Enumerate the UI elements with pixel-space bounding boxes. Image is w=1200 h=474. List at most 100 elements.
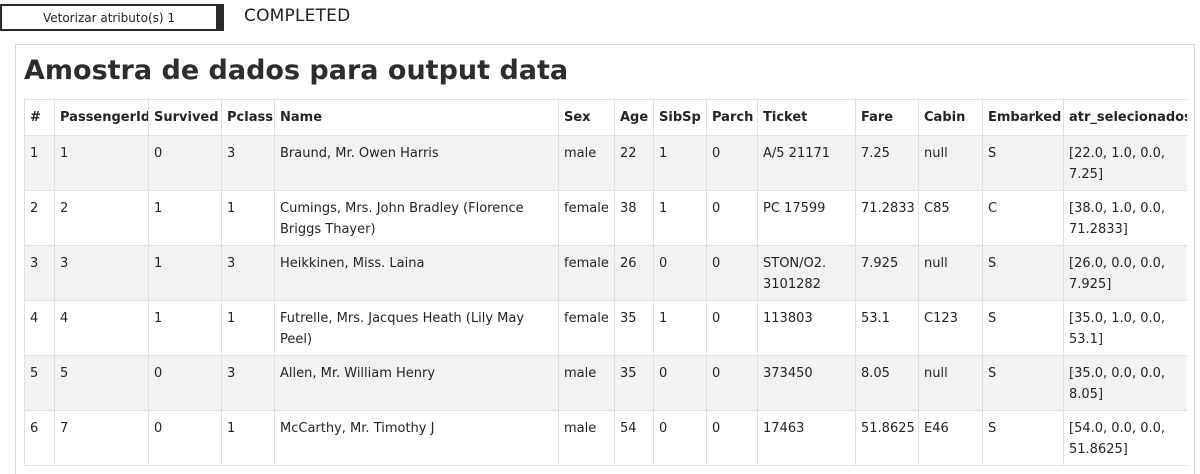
cell-ticket: PC 17599 bbox=[757, 190, 856, 246]
column-header-survived: Survived bbox=[148, 99, 222, 136]
cell-parch: 0 bbox=[706, 355, 758, 411]
table-header: # PassengerId Survived Pclass Name Sex Age SibS… bbox=[24, 99, 1187, 136]
cell-row-index: 2 bbox=[24, 190, 55, 246]
column-header-passengerid: PassengerId bbox=[54, 99, 149, 136]
cell-row-index: 4 bbox=[24, 300, 55, 356]
column-header-ticket: Ticket bbox=[757, 99, 856, 136]
cell-pclass: 3 bbox=[221, 245, 275, 301]
cell-survived: 0 bbox=[148, 135, 222, 191]
cell-passengerid: 5 bbox=[54, 355, 149, 411]
cell-sex: female bbox=[558, 245, 615, 301]
cell-ticket: 113803 bbox=[757, 300, 856, 356]
cell-atr-selecionados: [22.0, 1.0, 0.0, 7.25] bbox=[1063, 135, 1187, 191]
cell-embarked: S bbox=[982, 245, 1064, 301]
vectorize-attribute-button[interactable]: Vetorizar atributo(s) 1 bbox=[0, 4, 224, 31]
cell-sibsp: 0 bbox=[653, 245, 707, 301]
cell-fare: 71.2833 bbox=[855, 190, 919, 246]
header-row: # PassengerId Survived Pclass Name Sex Age SibS… bbox=[24, 99, 1187, 136]
column-header-row-index: # bbox=[24, 99, 55, 136]
cell-sex: female bbox=[558, 300, 615, 356]
column-header-sibsp: SibSp bbox=[653, 99, 707, 136]
column-header-parch: Parch bbox=[706, 99, 758, 136]
cell-pclass: 1 bbox=[221, 190, 275, 246]
cell-atr-selecionados: [54.0, 0.0, 0.0, 51.8625] bbox=[1063, 410, 1187, 466]
cell-name: Cumings, Mrs. John Bradley (Florence Bri… bbox=[274, 190, 559, 246]
task-toolbar: Vetorizar atributo(s) 1 COMPLETED bbox=[0, 0, 1200, 40]
cell-sex: male bbox=[558, 135, 615, 191]
cell-fare: 53.1 bbox=[855, 300, 919, 356]
cell-age: 54 bbox=[614, 410, 654, 466]
cell-survived: 0 bbox=[148, 355, 222, 411]
task-status-label: COMPLETED bbox=[244, 6, 351, 26]
cell-sibsp: 1 bbox=[653, 135, 707, 191]
cell-parch: 0 bbox=[706, 410, 758, 466]
cell-name: McCarthy, Mr. Timothy J bbox=[274, 410, 559, 466]
cell-age: 35 bbox=[614, 300, 654, 356]
cell-fare: 51.8625 bbox=[855, 410, 919, 466]
cell-sibsp: 0 bbox=[653, 410, 707, 466]
cell-cabin: C123 bbox=[918, 300, 983, 356]
table-row: 2 2 1 1 Cumings, Mrs. John Bradley (Florence… bbox=[24, 190, 1187, 246]
table-row: 6 7 0 1 McCarthy, Mr. Timothy Jmale 54 0 0 17463… bbox=[24, 410, 1187, 466]
cell-name: Heikkinen, Miss. Laina bbox=[274, 245, 559, 301]
cell-name: Braund, Mr. Owen Harris bbox=[274, 135, 559, 191]
cell-ticket: A/5 21171 bbox=[757, 135, 856, 191]
cell-passengerid: 2 bbox=[54, 190, 149, 246]
cell-sibsp: 1 bbox=[653, 190, 707, 246]
table-row: 4 4 1 1 Futrelle, Mrs. Jacques Heath (Lily M… bbox=[24, 300, 1187, 356]
cell-age: 22 bbox=[614, 135, 654, 191]
column-header-name: Name bbox=[274, 99, 559, 136]
column-header-embarked: Embarked bbox=[982, 99, 1064, 136]
cell-sex: female bbox=[558, 190, 615, 246]
cell-row-index: 1 bbox=[24, 135, 55, 191]
cell-sibsp: 0 bbox=[653, 355, 707, 411]
cell-parch: 0 bbox=[706, 135, 758, 191]
cell-sibsp: 1 bbox=[653, 300, 707, 356]
cell-passengerid: 1 bbox=[54, 135, 149, 191]
cell-parch: 0 bbox=[706, 300, 758, 356]
cell-passengerid: 7 bbox=[54, 410, 149, 466]
output-data-panel: Amostra de dados para output data # Passe… bbox=[15, 44, 1195, 474]
table-body: 1 1 0 3 Braund, Mr. Owen Harris male 22 1 0 A/5 2… bbox=[24, 135, 1187, 466]
cell-survived: 0 bbox=[148, 410, 222, 466]
panel-title: Amostra de dados para output data bbox=[24, 55, 569, 86]
column-header-pclass: Pclass bbox=[221, 99, 275, 136]
cell-pclass: 3 bbox=[221, 135, 275, 191]
cell-atr-selecionados: [35.0, 1.0, 0.0, 53.1] bbox=[1063, 300, 1187, 356]
cell-ticket: 17463 bbox=[757, 410, 856, 466]
cell-age: 38 bbox=[614, 190, 654, 246]
cell-embarked: C bbox=[982, 190, 1064, 246]
column-header-fare: Fare bbox=[855, 99, 919, 136]
cell-ticket: STON/O2. 3101282 bbox=[757, 245, 856, 301]
cell-cabin: null bbox=[918, 245, 983, 301]
table-scroll-area[interactable]: # PassengerId Survived Pclass Name Sex Age SibS… bbox=[24, 99, 1187, 474]
cell-embarked: S bbox=[982, 135, 1064, 191]
cell-passengerid: 4 bbox=[54, 300, 149, 356]
cell-pclass: 1 bbox=[221, 410, 275, 466]
cell-cabin: null bbox=[918, 135, 983, 191]
table-row: 1 1 0 3 Braund, Mr. Owen Harris male 22 1 0 A/5 2… bbox=[24, 135, 1187, 191]
cell-cabin: E46 bbox=[918, 410, 983, 466]
cell-survived: 1 bbox=[148, 190, 222, 246]
table-row: 5 5 0 3 Allen, Mr. William Henry male 35 0 0 3734… bbox=[24, 355, 1187, 411]
cell-passengerid: 3 bbox=[54, 245, 149, 301]
cell-survived: 1 bbox=[148, 245, 222, 301]
cell-fare: 8.05 bbox=[855, 355, 919, 411]
column-header-atr-selecionados: atr_selecionados bbox=[1063, 99, 1187, 136]
cell-embarked: S bbox=[982, 410, 1064, 466]
cell-atr-selecionados: [26.0, 0.0, 0.0, 7.925] bbox=[1063, 245, 1187, 301]
column-header-age: Age bbox=[614, 99, 654, 136]
cell-pclass: 3 bbox=[221, 355, 275, 411]
column-header-sex: Sex bbox=[558, 99, 615, 136]
cell-parch: 0 bbox=[706, 245, 758, 301]
cell-sex: male bbox=[558, 410, 615, 466]
cell-row-index: 3 bbox=[24, 245, 55, 301]
cell-age: 26 bbox=[614, 245, 654, 301]
cell-age: 35 bbox=[614, 355, 654, 411]
table-row: 3 3 1 3 Heikkinen, Miss. Laina female 26 0 0 STON… bbox=[24, 245, 1187, 301]
cell-row-index: 5 bbox=[24, 355, 55, 411]
cell-parch: 0 bbox=[706, 190, 758, 246]
cell-ticket: 373450 bbox=[757, 355, 856, 411]
cell-atr-selecionados: [38.0, 1.0, 0.0, 71.2833] bbox=[1063, 190, 1187, 246]
column-header-cabin: Cabin bbox=[918, 99, 983, 136]
